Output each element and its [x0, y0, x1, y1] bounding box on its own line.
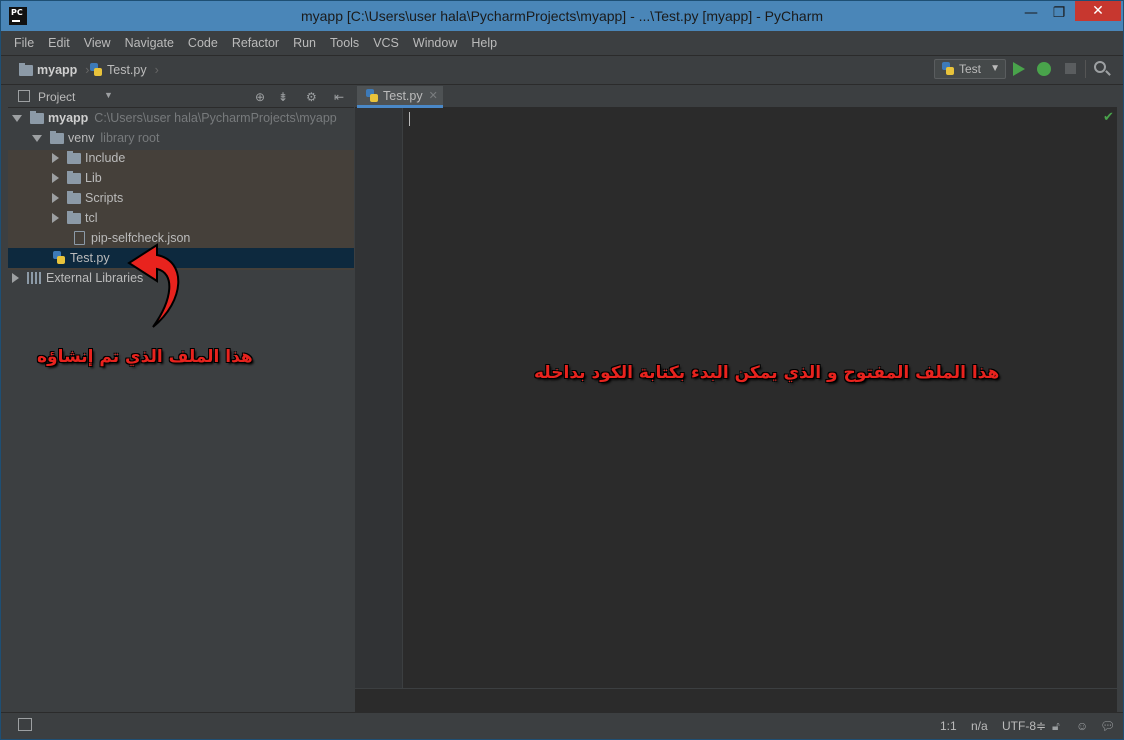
search-icon[interactable] — [1094, 61, 1106, 73]
menu-refactor[interactable]: Refactor — [225, 36, 286, 50]
menu-view[interactable]: View — [77, 36, 118, 50]
expand-arrow-icon — [12, 273, 19, 283]
json-file-icon — [74, 231, 85, 245]
tree-item-venv[interactable]: venv library root — [8, 128, 354, 148]
cursor-position[interactable]: 1:1 — [940, 719, 957, 733]
breadcrumb-project[interactable]: myapp › — [19, 62, 89, 77]
title-bar: PC myapp [C:\Users\user hala\PycharmProj… — [1, 1, 1123, 31]
tree-item-tcl[interactable]: tcl — [8, 208, 354, 228]
hide-panel-icon[interactable]: ⇤ — [334, 90, 344, 104]
tree-item-label: tcl — [85, 211, 98, 225]
folder-icon — [67, 170, 81, 184]
editor-tab-bar: Test.py ✕ — [355, 86, 1117, 108]
line-number-gutter — [355, 108, 403, 688]
menu-run[interactable]: Run — [286, 36, 323, 50]
python-file-icon — [365, 88, 379, 103]
run-icon[interactable] — [1013, 62, 1025, 76]
maximize-button[interactable]: ❐ — [1051, 3, 1067, 23]
dropdown-arrow-icon: ▼ — [990, 63, 1000, 74]
folder-icon — [50, 130, 64, 144]
event-log-icon[interactable]: 💬︎ — [1100, 719, 1115, 733]
python-file-icon — [52, 251, 66, 265]
tree-item-label: Scripts — [85, 191, 124, 205]
close-button[interactable]: ✕ — [1075, 1, 1121, 21]
tree-item-label: Test.py — [70, 251, 110, 265]
breadcrumb-file[interactable]: Test.py › — [89, 63, 159, 77]
expand-arrow-icon — [52, 193, 59, 203]
expand-arrow-icon — [12, 114, 22, 122]
text-cursor — [409, 112, 410, 126]
tab-test-py[interactable]: Test.py ✕ — [357, 86, 443, 108]
libraries-icon — [27, 272, 41, 284]
encoding-status[interactable]: UTF-8≑ — [1002, 719, 1046, 733]
menu-edit[interactable]: Edit — [41, 36, 77, 50]
minimize-button[interactable]: — — [1023, 3, 1039, 23]
tree-item-root[interactable]: myapp C:\Users\user hala\PycharmProjects… — [8, 108, 354, 128]
project-panel-header: Project ▼ ⊕ ⇟ ⚙ ⇤ — [8, 86, 354, 108]
check-icon: ✔ — [1103, 110, 1114, 125]
venv-label: venv — [68, 131, 95, 145]
menu-help[interactable]: Help — [464, 36, 504, 50]
collapse-all-icon[interactable]: ⇟ — [278, 90, 288, 104]
gear-icon[interactable]: ⚙ — [306, 90, 317, 104]
root-label: myapp — [48, 111, 89, 125]
menu-navigate[interactable]: Navigate — [118, 36, 181, 50]
breadcrumb-project-label: myapp — [37, 63, 78, 77]
folder-icon — [67, 150, 81, 164]
debug-icon[interactable] — [1037, 62, 1051, 76]
folder-icon — [67, 210, 81, 224]
menu-file[interactable]: File — [7, 36, 41, 50]
tool-window-toggle-icon[interactable] — [18, 718, 32, 731]
editor-bottom-area — [355, 688, 1117, 712]
menu-bar: File Edit View Navigate Code Refactor Ru… — [1, 32, 1123, 54]
project-panel-title[interactable]: Project — [38, 90, 75, 104]
root-path: C:\Users\user hala\PycharmProjects\myapp — [94, 111, 337, 125]
menu-window[interactable]: Window — [406, 36, 464, 50]
folder-icon — [30, 110, 44, 124]
locate-icon[interactable]: ⊕ — [255, 90, 265, 104]
stop-icon[interactable] — [1065, 63, 1076, 74]
line-separator-status[interactable]: n/a — [971, 719, 988, 733]
venv-tag: library root — [100, 131, 160, 145]
folder-icon — [67, 190, 81, 204]
annotation-created-file: هذا الملف الذي تم إنشاؤه — [37, 347, 253, 367]
status-bar: 1:1 n/a UTF-8≑ 🔓︎ ☺ 💬︎ — [1, 712, 1123, 739]
menu-tools[interactable]: Tools — [323, 36, 366, 50]
folder-icon — [19, 62, 33, 76]
tree-item-label: Include — [85, 151, 126, 165]
annotation-open-file: هذا الملف المفتوح و الذي يمكن البدء بكتا… — [534, 363, 1000, 383]
run-configuration-label: Test — [959, 62, 982, 76]
tree-item-include[interactable]: Include — [8, 148, 354, 168]
expand-arrow-icon — [52, 213, 59, 223]
python-file-icon — [941, 62, 955, 76]
red-arrow-icon — [127, 243, 180, 328]
tree-item-label: Lib — [85, 171, 102, 185]
inspector-icon[interactable]: ☺ — [1076, 719, 1088, 733]
breadcrumb-file-label: Test.py — [107, 63, 147, 77]
menu-vcs[interactable]: VCS — [366, 36, 406, 50]
project-tool-window: Project ▼ ⊕ ⇟ ⚙ ⇤ myapp C:\Users\user ha… — [8, 86, 354, 712]
toolbar-separator — [1085, 60, 1086, 78]
tree-item-scripts[interactable]: Scripts — [8, 188, 354, 208]
menu-code[interactable]: Code — [181, 36, 225, 50]
code-editor[interactable]: ✔ — [355, 108, 1117, 688]
tab-label: Test.py — [383, 88, 423, 103]
lock-icon[interactable]: 🔓︎ — [1052, 719, 1060, 734]
expand-arrow-icon — [52, 153, 59, 163]
expand-arrow-icon — [52, 173, 59, 183]
run-configuration-select[interactable]: Test ▼ — [934, 59, 1006, 79]
project-view-icon — [18, 90, 30, 102]
python-file-icon — [89, 63, 103, 77]
pycharm-window: PC myapp [C:\Users\user hala\PycharmProj… — [0, 0, 1124, 740]
window-title: myapp [C:\Users\user hala\PycharmProject… — [300, 8, 824, 24]
expand-arrow-icon — [32, 134, 42, 142]
breadcrumb-separator-icon: › — [154, 63, 159, 77]
tree-item-lib[interactable]: Lib — [8, 168, 354, 188]
view-dropdown-icon[interactable]: ▼ — [104, 90, 113, 100]
close-tab-icon[interactable]: ✕ — [429, 89, 438, 102]
